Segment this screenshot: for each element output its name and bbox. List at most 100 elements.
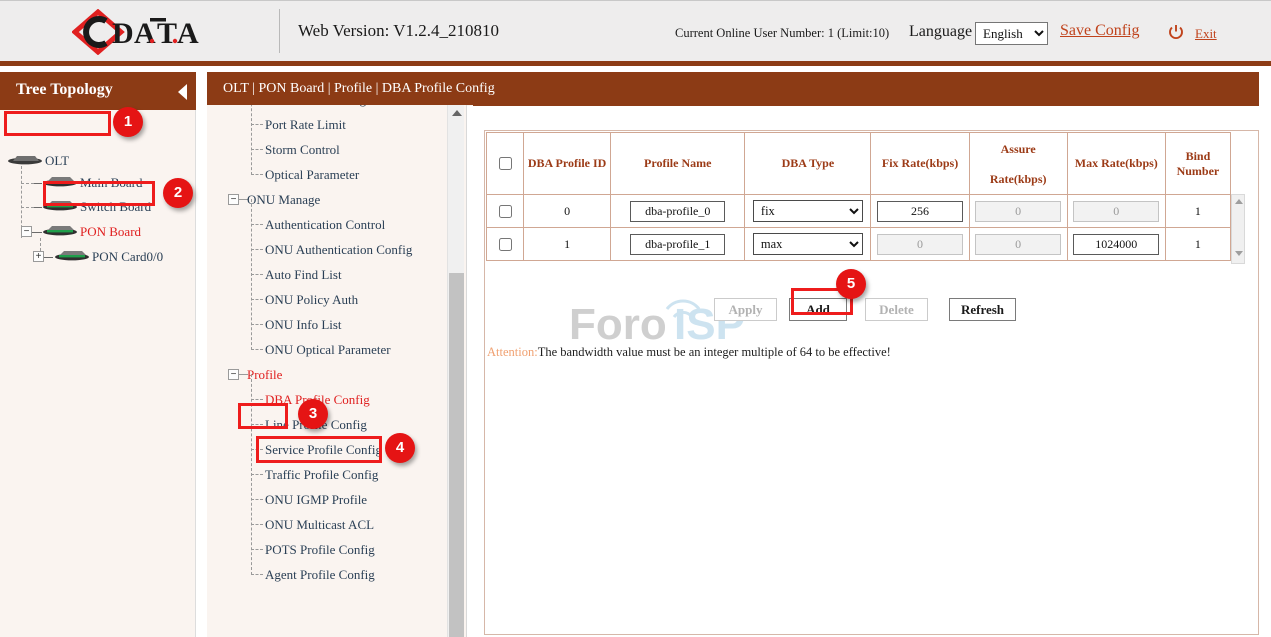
row-checkbox[interactable] bbox=[499, 238, 512, 251]
tree-connector bbox=[34, 183, 42, 184]
nav-item[interactable]: Authentication Control bbox=[207, 213, 457, 238]
sidebar-title: Tree Topology bbox=[16, 81, 113, 99]
add-button[interactable]: Add bbox=[789, 298, 847, 321]
annotation-badge-1: 1 bbox=[113, 107, 143, 137]
nav-expander[interactable]: − bbox=[228, 194, 239, 205]
max-rate-input[interactable] bbox=[1073, 201, 1159, 222]
nav-connector bbox=[251, 124, 263, 125]
tree-node-label: PON Board bbox=[80, 224, 141, 239]
fix-rate-input[interactable] bbox=[877, 234, 963, 255]
nav-item[interactable]: Traffic Profile Config bbox=[207, 463, 457, 488]
nav-item[interactable]: Storm Control bbox=[207, 138, 457, 163]
save-config-link[interactable]: Save Config bbox=[1060, 22, 1140, 40]
device-icon bbox=[43, 175, 77, 191]
cell-assure-rate bbox=[969, 195, 1067, 228]
select-all-checkbox[interactable] bbox=[499, 157, 512, 170]
nav-item-label: Traffic Profile Config bbox=[265, 467, 378, 483]
nav-item[interactable]: Optical Parameter bbox=[207, 163, 457, 188]
assure-rate-input[interactable] bbox=[975, 234, 1061, 255]
profile-name-input[interactable] bbox=[630, 201, 725, 222]
nav-connector bbox=[251, 174, 263, 175]
attention-text: The bandwidth value must be an integer m… bbox=[538, 345, 891, 359]
nav-item[interactable]: Line Profile Config bbox=[207, 413, 457, 438]
nav-spine bbox=[251, 199, 252, 350]
nav-item[interactable]: DBA Profile Config bbox=[207, 388, 457, 413]
max-rate-input[interactable] bbox=[1073, 234, 1159, 255]
nav-item[interactable]: Agent Profile Config bbox=[207, 563, 457, 588]
assure-rate-input[interactable] bbox=[975, 201, 1061, 222]
tree-expander-pon-card[interactable]: + bbox=[33, 251, 44, 262]
table-row: 1fixmax1 bbox=[487, 228, 1231, 261]
nav-item[interactable]: ONU Authentication Config bbox=[207, 238, 457, 263]
nav-item-label: Storm Control bbox=[265, 142, 340, 158]
nav-item[interactable]: Service Profile Config bbox=[207, 438, 457, 463]
apply-button[interactable]: Apply bbox=[714, 298, 777, 321]
breadcrumb: OLT | PON Board | Profile | DBA Profile … bbox=[223, 81, 495, 97]
scroll-up-icon[interactable] bbox=[1235, 199, 1243, 204]
row-checkbox[interactable] bbox=[499, 205, 512, 218]
tree-node-label: Main Board bbox=[80, 175, 142, 190]
nav-item-label: POTS Profile Config bbox=[265, 542, 375, 558]
column-max-rate: Max Rate(kbps) bbox=[1067, 133, 1165, 195]
web-version-label: Web Version: V1.2.4_210810 bbox=[298, 21, 499, 41]
sidebar-title-bar: Tree Topology bbox=[0, 72, 196, 110]
scroll-up-icon[interactable] bbox=[452, 110, 462, 116]
nav-item[interactable]: Port Extend Config bbox=[207, 105, 457, 113]
profile-name-input[interactable] bbox=[630, 234, 725, 255]
nav-connector bbox=[251, 324, 263, 325]
nav-item-label: ONU Authentication Config bbox=[265, 242, 412, 258]
delete-button[interactable]: Delete bbox=[865, 298, 928, 321]
scrollbar-thumb[interactable] bbox=[449, 273, 464, 637]
nav-connector bbox=[251, 524, 263, 525]
nav-connector bbox=[251, 249, 263, 250]
attention-tag: Attention: bbox=[487, 345, 538, 359]
nav-item-label: ONU Policy Auth bbox=[265, 292, 358, 308]
tree-node-pon-card-0-0[interactable]: PON Card0/0 bbox=[55, 248, 163, 268]
nav-item-label: ONU Optical Parameter bbox=[265, 342, 391, 358]
language-select[interactable]: English bbox=[975, 22, 1048, 45]
refresh-button[interactable]: Refresh bbox=[949, 298, 1016, 321]
fix-rate-input[interactable] bbox=[877, 201, 963, 222]
tree-expander-pon-board[interactable]: − bbox=[21, 226, 32, 237]
tree-node-main-board[interactable]: Main Board bbox=[43, 174, 142, 194]
svg-text:A: A bbox=[177, 17, 199, 50]
module-nav-scrollbar[interactable] bbox=[447, 105, 464, 637]
nav-item-label: Port Extend Config bbox=[265, 105, 366, 108]
collapse-sidebar-icon[interactable] bbox=[178, 84, 187, 100]
nav-item[interactable]: −Profile bbox=[207, 363, 457, 388]
nav-connector bbox=[251, 499, 263, 500]
assure-rate-line-2: Rate(kbps) bbox=[972, 164, 1065, 194]
nav-item[interactable]: Port Rate Limit bbox=[207, 113, 457, 138]
tree-node-pon-board[interactable]: PON Board bbox=[43, 223, 141, 243]
nav-item[interactable]: POTS Profile Config bbox=[207, 538, 457, 563]
attention-note: Attention:The bandwidth value must be an… bbox=[487, 345, 891, 360]
table-scrollbar[interactable] bbox=[1231, 194, 1245, 264]
main-content: DBA Profile ID Profile Name DBA Type Fix… bbox=[467, 106, 1271, 637]
device-icon bbox=[8, 153, 42, 169]
online-user-count: Current Online User Number: 1 (Limit:10) bbox=[675, 26, 889, 41]
nav-item[interactable]: ONU Info List bbox=[207, 313, 457, 338]
dba-type-select[interactable]: fixmax bbox=[753, 233, 863, 255]
annotation-badge-4: 4 bbox=[385, 433, 415, 463]
nav-item[interactable]: ONU Multicast ACL bbox=[207, 513, 457, 538]
scroll-down-icon[interactable] bbox=[1235, 251, 1243, 256]
dba-profile-table: DBA Profile ID Profile Name DBA Type Fix… bbox=[486, 132, 1231, 261]
nav-item[interactable]: −ONU Manage bbox=[207, 188, 457, 213]
cell-profile-name bbox=[611, 228, 745, 261]
nav-item[interactable]: ONU Policy Auth bbox=[207, 288, 457, 313]
tree-node-switch-board[interactable]: Switch Board bbox=[43, 198, 151, 218]
nav-connector bbox=[251, 424, 263, 425]
exit-link[interactable]: Exit bbox=[1195, 26, 1217, 42]
dba-type-select[interactable]: fixmax bbox=[753, 200, 863, 222]
nav-connector bbox=[251, 474, 263, 475]
column-profile-name: Profile Name bbox=[611, 133, 745, 195]
device-icon bbox=[43, 199, 77, 215]
nav-item[interactable]: Auto Find List bbox=[207, 263, 457, 288]
app-header: D A T A Web Version: V1.2.4_210810 Curre… bbox=[0, 0, 1271, 61]
tree-node-olt[interactable]: OLT bbox=[8, 152, 69, 172]
cell-bind-number: 1 bbox=[1165, 228, 1230, 261]
module-nav-panel: Port Extend Config Port Rate Limit Storm C… bbox=[207, 105, 473, 637]
nav-item[interactable]: ONU IGMP Profile bbox=[207, 488, 457, 513]
nav-expander[interactable]: − bbox=[228, 369, 239, 380]
nav-item[interactable]: ONU Optical Parameter bbox=[207, 338, 457, 363]
